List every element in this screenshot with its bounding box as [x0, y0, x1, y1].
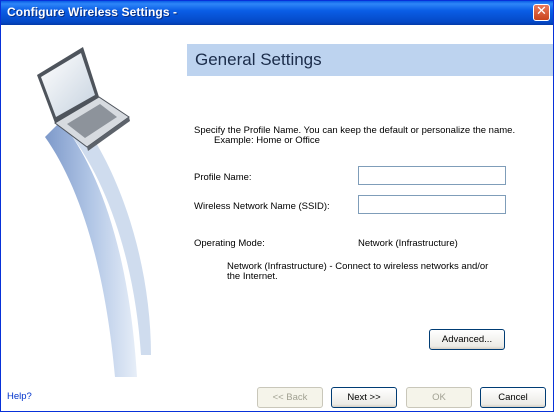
ssid-input[interactable] — [358, 195, 506, 214]
page-title: General Settings — [195, 50, 322, 69]
laptop-wireless-illustration — [37, 47, 151, 377]
section-header: General Settings — [187, 44, 553, 76]
title-bar[interactable]: Configure Wireless Settings - ✕ — [1, 1, 553, 25]
help-link[interactable]: Help? — [7, 391, 32, 402]
cancel-button[interactable]: Cancel — [480, 387, 546, 408]
dialog-content: General Settings Specify the Profile Nam… — [1, 25, 553, 411]
advanced-button[interactable]: Advanced... — [429, 329, 505, 350]
back-button[interactable]: << Back — [257, 387, 323, 408]
operating-mode-label: Operating Mode: — [194, 238, 265, 249]
operating-mode-description-cont: the Internet. — [227, 271, 278, 282]
profile-name-label: Profile Name: — [194, 172, 252, 183]
close-icon: ✕ — [536, 4, 547, 19]
profile-name-input[interactable] — [358, 166, 506, 185]
next-button[interactable]: Next >> — [331, 387, 397, 408]
configure-wireless-settings-window: Configure Wireless Settings - ✕ General … — [0, 0, 554, 412]
ok-button[interactable]: OK — [406, 387, 472, 408]
ssid-label: Wireless Network Name (SSID): — [194, 201, 330, 212]
close-button[interactable]: ✕ — [533, 4, 550, 21]
instruction-example: Example: Home or Office — [214, 135, 320, 146]
operating-mode-value: Network (Infrastructure) — [358, 238, 458, 249]
window-title: Configure Wireless Settings - — [7, 5, 178, 19]
